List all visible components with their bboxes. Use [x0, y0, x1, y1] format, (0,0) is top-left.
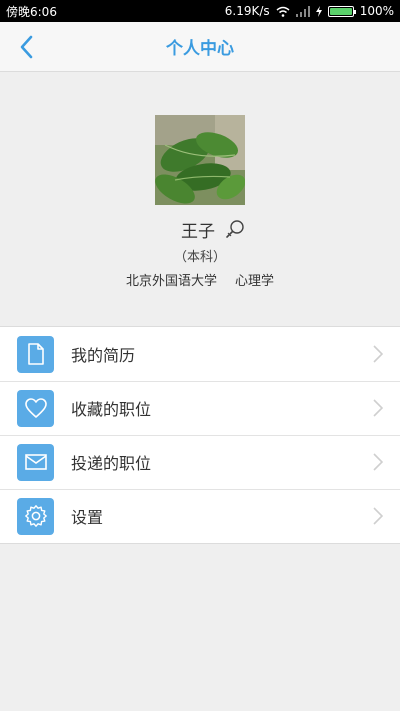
menu-label-favorites: 收藏的职位: [71, 400, 152, 419]
gear-icon: [24, 505, 47, 527]
menu-item-applied[interactable]: 投递的职位: [0, 435, 400, 489]
avatar[interactable]: [155, 115, 245, 205]
menu-list: 我的简历 收藏的职位 投递的职位 设置: [0, 326, 400, 544]
chevron-right-icon: [373, 345, 384, 363]
heart-icon: [24, 398, 47, 418]
profile-section: 王子 （本科） 北京外国语大学 心理学: [0, 72, 400, 326]
menu-icon-box: [17, 443, 54, 481]
top-nav-bar: 个人中心: [0, 22, 400, 72]
chevron-right-icon: [373, 399, 384, 417]
battery-icon: [327, 5, 356, 17]
menu-item-settings[interactable]: 设置: [0, 489, 400, 543]
chevron-right-icon: [373, 453, 384, 471]
education-row: 北京外国语大学 心理学: [0, 270, 400, 289]
status-bar: 傍晚6:06 6.19K/s 100%: [0, 0, 400, 22]
user-name: 王子: [181, 221, 215, 242]
menu-icon-box: [17, 389, 54, 427]
envelope-icon: [24, 454, 47, 470]
menu-icon-box: [17, 497, 54, 535]
back-button[interactable]: [10, 30, 42, 64]
degree-label: （本科）: [173, 250, 226, 265]
charging-icon: [315, 5, 322, 17]
menu-icon-box: [17, 335, 54, 373]
menu-label-resume: 我的简历: [71, 346, 136, 365]
signal-icon: [295, 5, 310, 17]
chevron-right-icon: [373, 507, 384, 525]
document-icon: [27, 343, 44, 365]
battery-fill: [329, 7, 352, 15]
major-name: 心理学: [235, 274, 275, 289]
status-indicators: 6.19K/s 100%: [225, 4, 394, 18]
menu-label-settings: 设置: [71, 508, 104, 527]
avatar-image: [155, 115, 245, 205]
menu-item-favorites[interactable]: 收藏的职位: [0, 381, 400, 435]
battery-percent: 100%: [359, 4, 394, 18]
wifi-icon: [276, 6, 290, 17]
back-arrow-icon: [20, 35, 33, 59]
page-title: 个人中心: [166, 39, 234, 59]
menu-label-applied: 投递的职位: [71, 454, 152, 473]
edit-icon[interactable]: [225, 219, 245, 239]
menu-item-resume[interactable]: 我的简历: [0, 327, 400, 381]
name-row: 王子: [0, 217, 400, 242]
network-speed: 6.19K/s: [224, 4, 270, 18]
school-name: 北京外国语大学: [125, 274, 217, 289]
status-time: 傍晚6:06: [6, 4, 57, 19]
